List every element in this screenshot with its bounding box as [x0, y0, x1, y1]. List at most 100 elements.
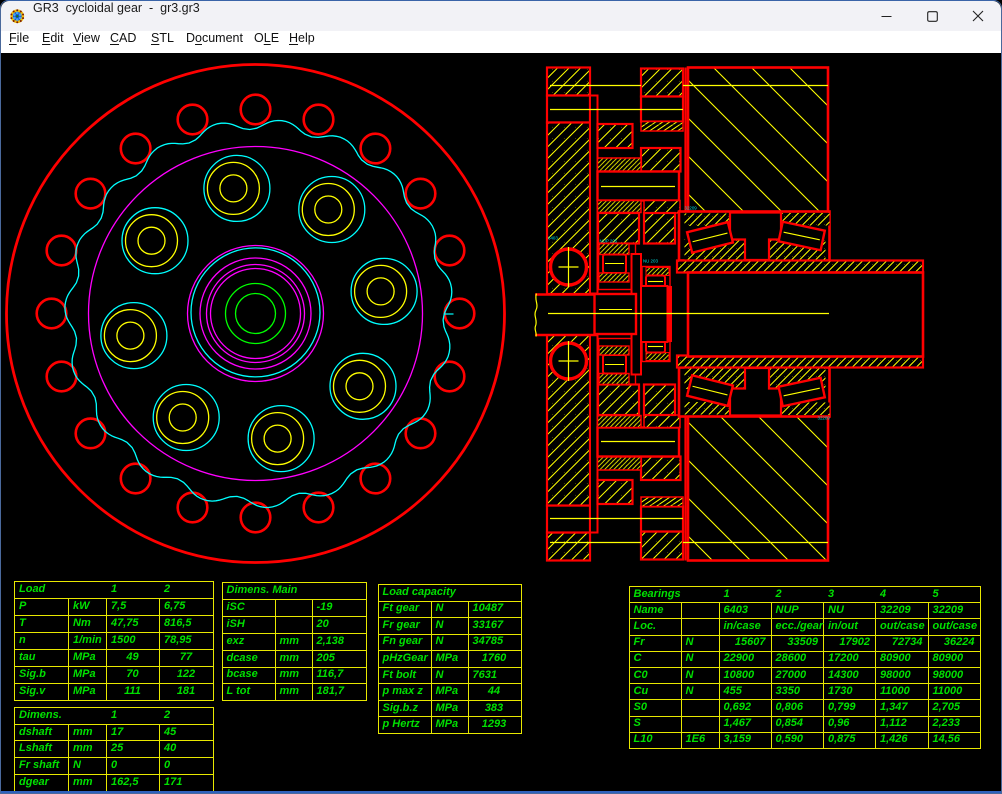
row-unit: mm [280, 685, 300, 697]
row-label: Loc. [634, 620, 657, 632]
row-value: 78,95 [164, 634, 192, 646]
row-unit: 1E6 [686, 733, 706, 745]
row-value: 1293 [468, 718, 521, 730]
row-label: Sig.b.z [383, 702, 418, 714]
menu-item-cad[interactable]: CAD [110, 31, 136, 53]
column-header: 4 [880, 588, 886, 600]
row-unit: N [686, 636, 694, 648]
row-label: Fr gear [383, 619, 420, 631]
row-value: 22900 [724, 652, 755, 664]
row-label: pHzGear [383, 652, 428, 664]
row-unit: kW [73, 600, 90, 612]
row-value: 20 [317, 618, 329, 630]
row-unit: N [686, 652, 694, 664]
row-value: 70 [106, 668, 159, 680]
row-unit: mm [280, 668, 300, 680]
row-value: 34785 [473, 635, 504, 647]
row-value: 6403 [724, 604, 748, 616]
row-label: Name [634, 604, 664, 616]
row-label: L10 [634, 733, 653, 745]
row-value: 11000 [880, 685, 910, 697]
row-label: Cu [634, 685, 649, 697]
menu-item-document[interactable]: Document [186, 31, 243, 53]
row-value: 45 [164, 726, 176, 738]
menu-item-edit[interactable]: Edit [42, 31, 64, 53]
menu-item-view[interactable]: View [73, 31, 100, 53]
menu-item-help[interactable]: Help [289, 31, 315, 53]
row-label: exz [227, 635, 245, 647]
row-unit: mm [73, 776, 93, 788]
row-value: in/out [828, 620, 858, 632]
row-value: 28600 [776, 652, 807, 664]
row-value: 1,347 [880, 701, 908, 713]
row-value: 1730 [828, 685, 852, 697]
drawing-canvas[interactable]: 32209322096403NUP 205NU 203 Load12PkW7,5… [2, 53, 1002, 792]
row-value: 1,112 [880, 717, 907, 729]
row-label: T [19, 617, 26, 629]
row-unit: mm [73, 726, 93, 738]
bearings-table: Bearings12345Name6403NUPNU3220932209Loc.… [629, 586, 981, 749]
row-value: 1,467 [724, 717, 752, 729]
row-unit: mm [73, 742, 93, 754]
maximize-icon [927, 11, 938, 22]
row-value: 32209 [880, 604, 911, 616]
load-table: Load12PkW7,56,75TNm47,75816,5n1/min15007… [14, 581, 214, 701]
row-unit: mm [280, 652, 300, 664]
row-value: 162,5 [111, 776, 139, 788]
row-value: 11000 [933, 685, 963, 697]
row-value: 27000 [776, 669, 807, 681]
menu-item-stl[interactable]: STL [151, 31, 174, 53]
close-icon [972, 10, 984, 22]
row-value: 111 [106, 685, 159, 697]
row-unit: 1/min [73, 634, 102, 646]
row-label: Sig.v [19, 685, 45, 697]
row-unit: MPa [73, 651, 96, 663]
minimize-button[interactable] [863, 1, 909, 31]
load-capacity-table: Load capacityFt gearN10487Fr gearN33167F… [378, 584, 522, 734]
menu-item-file[interactable]: File [9, 31, 29, 53]
row-value: 10800 [724, 669, 755, 681]
row-label: bcase [227, 668, 258, 680]
app-gear-icon [10, 9, 25, 24]
row-unit: N [436, 619, 444, 631]
row-value: out/case [933, 620, 978, 632]
row-unit: mm [280, 635, 300, 647]
row-unit: MPa [73, 685, 96, 697]
window-title: GR3 cycloidal gear - gr3.gr3 [33, 1, 200, 31]
row-label: Ft bolt [383, 669, 417, 681]
row-value: 181,7 [317, 685, 345, 697]
menu-item-ole[interactable]: OLE [254, 31, 279, 53]
row-value: 15607 [719, 636, 766, 648]
row-value: 17902 [823, 636, 870, 648]
row-value: 72734 [875, 636, 923, 648]
row-label: dshaft [19, 726, 52, 738]
row-unit: N [436, 669, 444, 681]
row-label: S [634, 717, 641, 729]
row-value: 0,806 [776, 701, 804, 713]
row-value: 14300 [828, 669, 859, 681]
maximize-button[interactable] [909, 1, 955, 31]
result-tables: Load12PkW7,56,75TNm47,75816,5n1/min15007… [2, 53, 1002, 792]
dimens-main-table: Dimens. MainiSC-19iSH20exzmm2,138dcasemm… [222, 582, 367, 701]
row-value: 0,854 [776, 717, 804, 729]
row-value: 33509 [771, 636, 819, 648]
row-value: 1500 [111, 634, 135, 646]
dimens-table: Dimens.12dshaftmm1745Lshaftmm2540Fr shaf… [14, 707, 214, 792]
column-header: 5 [933, 588, 939, 600]
column-header: 2 [164, 583, 170, 595]
row-value: 32209 [933, 604, 964, 616]
row-value: 44 [468, 685, 521, 697]
row-value: 3350 [776, 685, 800, 697]
row-label: p max z [383, 685, 423, 697]
row-value: 17 [111, 726, 123, 738]
row-unit: MPa [73, 668, 96, 680]
row-label: Ft gear [383, 602, 420, 614]
row-unit: MPa [436, 718, 459, 730]
row-value: 0,96 [828, 717, 849, 729]
column-header: 2 [164, 709, 170, 721]
close-button[interactable] [955, 1, 1001, 31]
row-value: ecc./gear [776, 620, 824, 632]
row-label: C0 [634, 669, 648, 681]
title-bar[interactable]: GR3 cycloidal gear - gr3.gr3 [1, 1, 1001, 31]
row-value: 14,56 [933, 733, 961, 745]
